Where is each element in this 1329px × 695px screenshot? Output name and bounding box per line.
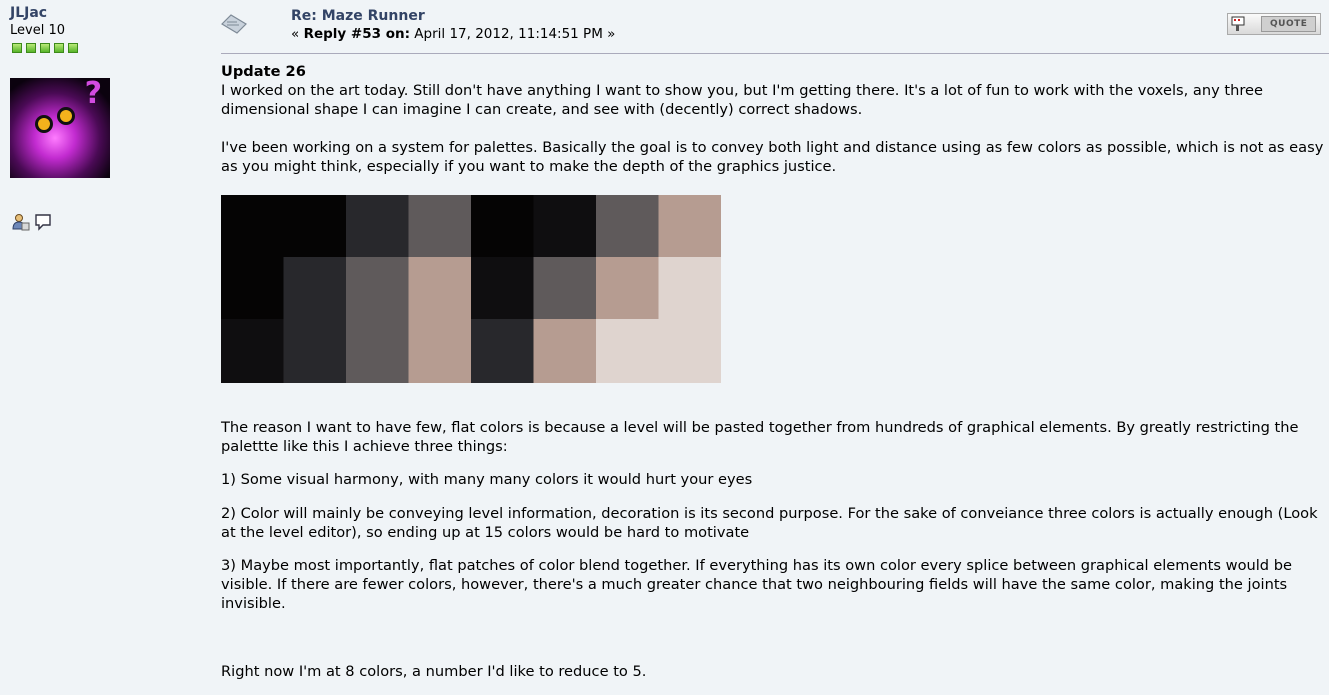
message-icon[interactable] bbox=[34, 213, 52, 231]
palette-cell bbox=[346, 257, 409, 320]
palette-cell bbox=[471, 257, 534, 320]
star-icon bbox=[12, 43, 22, 53]
poster-level: Level 10 bbox=[10, 23, 65, 38]
poster-info: JLJac Level 10 ? bbox=[0, 0, 205, 605]
quote-label: QUOTE bbox=[1261, 16, 1317, 32]
post-heading: Update 26 bbox=[221, 63, 306, 80]
post-paragraph: I worked on the art today. Still don't h… bbox=[221, 82, 1263, 118]
topic-icon bbox=[221, 14, 247, 34]
post-body: Update 26 I worked on the art today. Sti… bbox=[221, 62, 1325, 176]
palette-cell bbox=[221, 195, 284, 258]
quote-button[interactable]: QUOTE bbox=[1227, 13, 1321, 35]
palette-cell bbox=[533, 257, 597, 320]
profile-icon[interactable] bbox=[12, 213, 30, 231]
palette-cell bbox=[533, 319, 597, 383]
reply-number[interactable]: Reply #53 on: bbox=[304, 26, 410, 42]
list-item: 2) Color will mainly be conveying level … bbox=[221, 504, 1318, 541]
post-paragraph: Right now I'm at 8 colors, a number I'd … bbox=[221, 662, 647, 680]
palette-cell bbox=[408, 257, 472, 320]
palette-cell bbox=[658, 319, 721, 383]
palette-cell bbox=[658, 195, 721, 258]
star-icon bbox=[26, 43, 36, 53]
post-separator bbox=[221, 53, 1329, 54]
palette-cell bbox=[221, 319, 284, 383]
quote-icon bbox=[1231, 16, 1245, 31]
rank-stars bbox=[12, 43, 78, 53]
post-paragraph: I've been working on a system for palett… bbox=[221, 139, 1324, 175]
star-icon bbox=[54, 43, 64, 53]
avatar-question-mark: ? bbox=[84, 78, 102, 111]
star-icon bbox=[40, 43, 50, 53]
palette-cell bbox=[283, 319, 347, 383]
post-paragraph: The reason I want to have few, flat colo… bbox=[221, 418, 1299, 455]
palette-cell bbox=[471, 319, 534, 383]
palette-cell bbox=[346, 319, 409, 383]
palette-cell bbox=[283, 257, 347, 320]
post-subject-link[interactable]: Re: Maze Runner bbox=[291, 8, 425, 24]
post-body-continued: The reason I want to have few, flat colo… bbox=[221, 403, 1325, 695]
palette-cell bbox=[596, 257, 659, 320]
avatar: ? bbox=[10, 78, 110, 178]
reply-date: April 17, 2012, 11:14:51 PM » bbox=[410, 26, 616, 42]
reply-meta: « Reply #53 on: April 17, 2012, 11:14:51… bbox=[291, 26, 615, 42]
palette-cell bbox=[596, 195, 659, 258]
list-item: 1) Some visual harmony, with many many c… bbox=[221, 471, 753, 489]
palette-cell bbox=[346, 195, 409, 258]
palette-cell bbox=[658, 257, 721, 320]
palette-cell bbox=[221, 257, 284, 320]
palette-cell bbox=[471, 195, 534, 258]
avatar-eye bbox=[60, 110, 72, 122]
palette-cell bbox=[283, 195, 347, 258]
avatar-eye bbox=[38, 118, 50, 130]
palette-cell bbox=[596, 319, 659, 383]
palette-cell bbox=[533, 195, 597, 258]
poster-name[interactable]: JLJac bbox=[10, 5, 47, 21]
palette-cell bbox=[408, 195, 472, 258]
reply-prefix: « bbox=[291, 26, 304, 42]
palette-cell bbox=[408, 319, 472, 383]
palette-image bbox=[221, 195, 721, 383]
star-icon bbox=[68, 43, 78, 53]
profile-icons bbox=[12, 213, 52, 231]
